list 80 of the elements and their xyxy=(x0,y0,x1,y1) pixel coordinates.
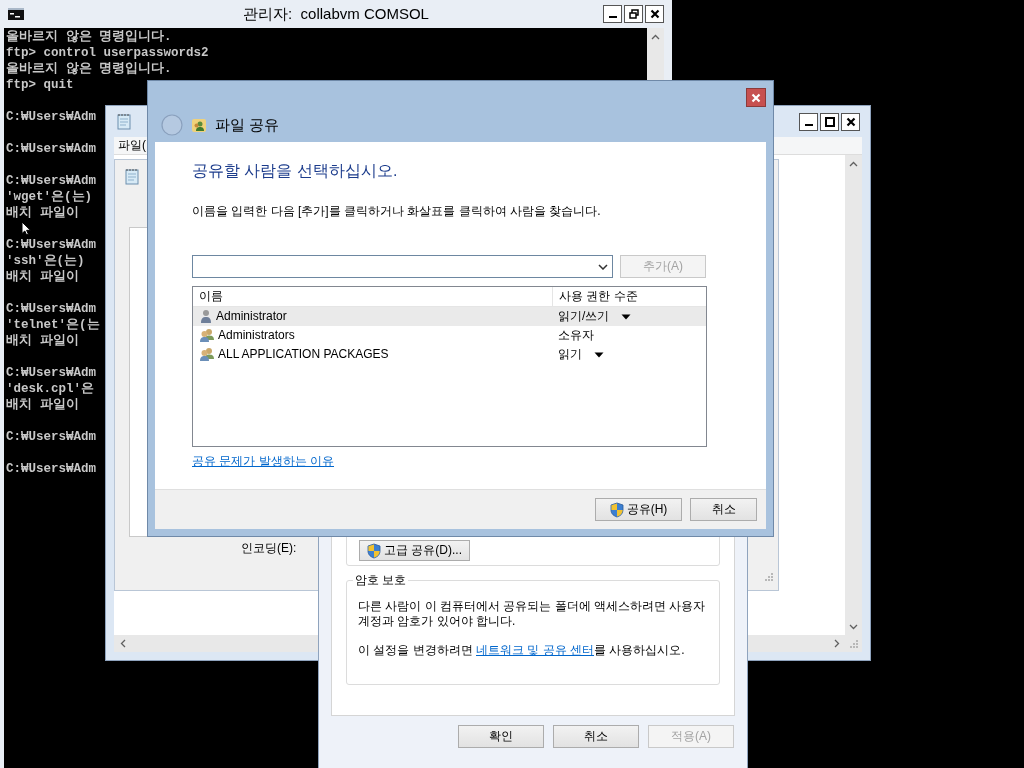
maximize-icon xyxy=(824,116,835,127)
scroll-right-icon xyxy=(833,639,840,648)
column-header[interactable]: 이름 xyxy=(193,287,552,306)
maximize-button[interactable] xyxy=(820,112,839,131)
console-line: 'desk.cpl'은 xyxy=(5,381,94,397)
back-icon xyxy=(161,114,183,136)
scroll-left-icon xyxy=(119,639,126,648)
close-icon xyxy=(649,9,660,19)
close-button[interactable] xyxy=(841,112,860,131)
notepad-icon xyxy=(124,168,140,185)
console-line: 올바르지 않은 명령입니다. xyxy=(5,61,172,77)
network-sharing-link[interactable]: 네트워크 및 공유 센터 xyxy=(476,643,595,657)
ok-button[interactable]: 확인 xyxy=(458,725,544,748)
console-line: 배치 파일이 xyxy=(5,205,79,221)
console-line: 배치 파일이 xyxy=(5,397,79,413)
table-cell: ALL APPLICATION PACKAGES xyxy=(218,347,389,362)
name-combo-box[interactable] xyxy=(192,255,613,278)
console-line: C:₩Users₩Adm xyxy=(5,461,96,477)
console-line: ftp> quit xyxy=(5,77,74,93)
close-icon xyxy=(845,116,856,127)
console-line: C:₩Users₩Adm xyxy=(5,109,96,125)
console-line: 올바르지 않은 명령입니다. xyxy=(5,29,172,45)
share-icon xyxy=(191,117,207,133)
console-line: C:₩Users₩Adm xyxy=(5,173,96,189)
console-line: C:₩Users₩Adm xyxy=(5,301,96,317)
instruction-text: 이름을 입력한 다음 [추가]를 클릭하거나 화살표를 클릭하여 사람을 찾습니다. xyxy=(192,203,601,219)
console-line: C:₩Users₩Adm xyxy=(5,429,96,445)
share-button[interactable]: 공유(H) xyxy=(595,498,682,521)
group-title: 암호 보호 xyxy=(353,572,409,588)
console-line: ftp> control userpasswords2 xyxy=(5,45,209,61)
console-line: 배치 파일이 xyxy=(5,269,79,285)
console-line: 'telnet'은(는 xyxy=(5,317,100,333)
users-icon xyxy=(199,347,215,362)
user-icon xyxy=(199,309,213,324)
console-line: C:₩Users₩Adm xyxy=(5,141,96,157)
minimize-icon xyxy=(608,16,617,18)
shield-icon xyxy=(367,542,381,559)
restore-icon xyxy=(628,9,639,19)
shield-icon xyxy=(609,501,624,518)
list-row[interactable]: Administrator 읽기/쓰기 xyxy=(193,307,706,326)
window-title: 관리자: collabvm COMSOL xyxy=(243,4,429,24)
restore-button[interactable] xyxy=(624,5,643,23)
cancel-button[interactable]: 취소 xyxy=(553,725,639,748)
scroll-up-icon xyxy=(651,33,660,40)
console-icon xyxy=(8,8,24,20)
list-row[interactable]: Administrators 소유자 xyxy=(193,326,706,345)
column-header[interactable]: 사용 권한 수준 xyxy=(552,287,706,306)
cancel-button[interactable]: 취소 xyxy=(690,498,757,521)
resize-grip-icon xyxy=(764,572,774,582)
field-label: 인코딩(E): xyxy=(241,541,297,556)
minimize-button[interactable] xyxy=(799,112,818,131)
console-line: C:₩Users₩Adm xyxy=(5,237,96,253)
help-link[interactable]: 공유 문제가 발생하는 이유 xyxy=(192,454,334,469)
minimize-button[interactable] xyxy=(603,5,622,23)
dialog-heading: 공유할 사람을 선택하십시오. xyxy=(192,161,398,181)
scroll-down-icon xyxy=(849,623,858,630)
close-button[interactable] xyxy=(645,5,664,23)
window-title: 파일 공유 xyxy=(215,115,280,135)
console-line: 'ssh'은(는) xyxy=(5,253,85,269)
table-cell: 소유자 xyxy=(558,328,594,343)
advanced-share-button[interactable]: 고급 공유(D)... xyxy=(359,540,470,561)
notepad-icon xyxy=(116,113,132,130)
table-cell: Administrators xyxy=(218,328,295,343)
list-row[interactable]: ALL APPLICATION PACKAGES 읽기 xyxy=(193,345,706,364)
console-line: 'wget'은(는) xyxy=(5,189,92,205)
menu-item[interactable]: 파일( xyxy=(118,138,146,153)
table-cell: Administrator xyxy=(216,309,287,324)
console-line: 배치 파일이 xyxy=(5,333,79,349)
users-icon xyxy=(199,328,215,343)
resize-grip-icon xyxy=(848,638,859,649)
mouse-cursor-icon xyxy=(21,221,31,236)
table-cell: 읽기/쓰기 xyxy=(558,309,610,324)
description-text: 다른 사람이 이 컴퓨터에서 공유되는 폴더에 액세스하려면 사용자 계정과 암호가 있어야 합니다. xyxy=(358,599,707,629)
instruction-text: 이 설정을 변경하려면 네트워크 및 공유 센터 를 사용하십시오. xyxy=(358,643,686,658)
table-cell: 읽기 xyxy=(558,347,582,362)
console-line: C:₩Users₩Adm xyxy=(5,365,96,381)
close-icon xyxy=(751,92,761,103)
scroll-up-icon xyxy=(849,160,858,167)
close-button[interactable] xyxy=(746,88,766,107)
minimize-icon xyxy=(804,123,813,126)
